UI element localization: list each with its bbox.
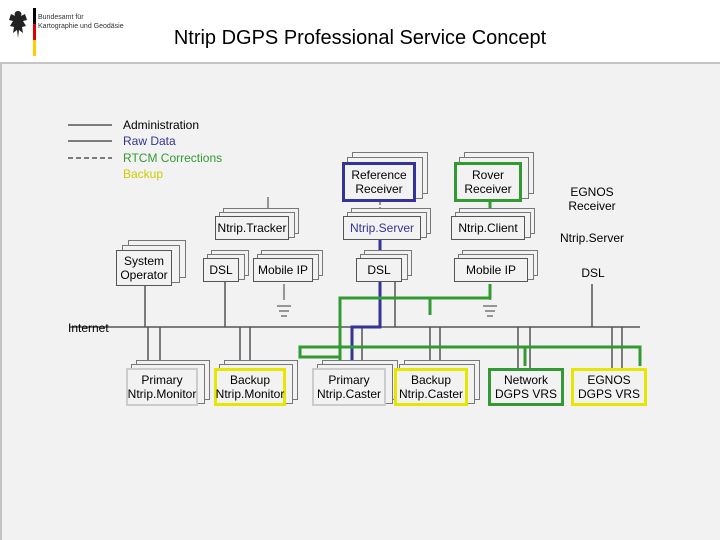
mobile-ip-client-node: Mobile IP [454, 250, 538, 284]
network-vrs-node: Network DGPS VRS [488, 368, 564, 406]
legend-backup: Backup [123, 167, 164, 181]
backup-monitor-label: Backup Ntrip.Monitor [214, 368, 286, 406]
ntrip-server-center-label: Ntrip.Server [343, 216, 421, 240]
primary-caster-node: Primary Ntrip.Caster [312, 360, 398, 408]
legend-raw-data: Raw Data [123, 134, 176, 148]
backup-caster-label: Backup Ntrip.Caster [394, 368, 468, 406]
system-operator-label: System Operator [116, 250, 172, 286]
dsl-center-node: DSL [356, 250, 412, 284]
dsl-tracker-node: DSL [203, 250, 249, 284]
backup-monitor-node: Backup Ntrip.Monitor [214, 360, 298, 408]
egnos-receiver-label: EGNOS Receiver [568, 185, 616, 213]
dsl-center-label: DSL [356, 258, 402, 282]
mobile-ip-tracker-label: Mobile IP [253, 258, 313, 282]
mobile-ip-tracker-node: Mobile IP [253, 250, 323, 284]
dsl-right-label: DSL [581, 266, 605, 280]
ntrip-client-label: Ntrip.Client [451, 216, 525, 240]
reference-receiver-node: Reference Receiver [342, 152, 432, 202]
ntrip-tracker-node: Ntrip.Tracker [215, 208, 299, 242]
system-operator-node: System Operator [116, 240, 188, 286]
ntrip-client-node: Ntrip.Client [451, 208, 537, 242]
internet-label: Internet [68, 321, 109, 335]
reference-receiver-label: Reference Receiver [342, 162, 416, 202]
legend-administration: Administration [123, 118, 200, 132]
mobile-ip-client-label: Mobile IP [454, 258, 528, 282]
egnos-vrs-node: EGNOS DGPS VRS [571, 368, 647, 406]
ntrip-server-center-node: Ntrip.Server [343, 208, 433, 242]
ntrip-server-right-label: Ntrip.Server [559, 231, 624, 245]
ntrip-tracker-label: Ntrip.Tracker [215, 216, 289, 240]
legend-rtcm-corrections: RTCM Corrections [123, 151, 223, 165]
backup-caster-node: Backup Ntrip.Caster [394, 360, 480, 408]
primary-monitor-label: Primary Ntrip.Monitor [126, 368, 198, 406]
rover-receiver-node: Rover Receiver [454, 152, 538, 202]
primary-caster-label: Primary Ntrip.Caster [312, 368, 386, 406]
dsl-tracker-label: DSL [203, 258, 239, 282]
rover-receiver-label: Rover Receiver [454, 162, 522, 202]
primary-monitor-node: Primary Ntrip.Monitor [126, 360, 210, 408]
